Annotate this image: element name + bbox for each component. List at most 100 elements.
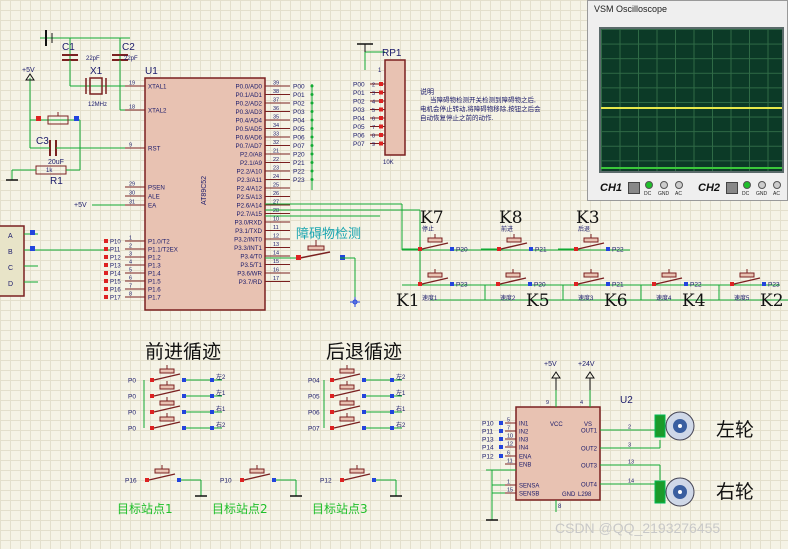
switch-cap bbox=[339, 400, 355, 406]
ch1-dc-text: DC bbox=[644, 191, 652, 197]
l298-out-name: OUT4 bbox=[581, 483, 598, 489]
net-connector bbox=[210, 426, 214, 430]
switch-terminal bbox=[684, 282, 688, 286]
l298-5v-label: +5V bbox=[544, 361, 557, 368]
switch-cap bbox=[661, 272, 677, 278]
l298-pin-name: IN2 bbox=[519, 430, 529, 436]
key-switch-k4[interactable] bbox=[652, 269, 688, 286]
reset-circuit[interactable] bbox=[6, 112, 145, 181]
forward-sensor-switch[interactable] bbox=[150, 381, 186, 398]
watermark: CSDN @QQ_2193276455 bbox=[555, 520, 721, 536]
mcu-right-pin-name: P2.2/A10 bbox=[237, 169, 263, 176]
target-switch-3[interactable] bbox=[340, 465, 376, 482]
backward-side-label: 左2 bbox=[396, 373, 406, 381]
switch-terminal bbox=[372, 478, 376, 482]
ch1-gnd-text: GND bbox=[658, 191, 670, 197]
mcu-net-label: P04 bbox=[293, 118, 305, 125]
l298-pin-name: IN4 bbox=[519, 446, 529, 452]
key-switches[interactable]: P20停止K7P21前进K8P22后退K3P23速度1K1P20速度2 K5P21… bbox=[396, 208, 784, 311]
key-switch-k7[interactable] bbox=[418, 234, 454, 251]
rp1-pin-number: 2 bbox=[372, 83, 375, 89]
mcu-left-pin-number: 18 bbox=[129, 105, 135, 111]
mcu-right-pin-number: 14 bbox=[273, 251, 279, 257]
key-switch-k6[interactable] bbox=[574, 269, 610, 286]
switch-cap bbox=[583, 272, 599, 278]
forward-sensor-switch[interactable] bbox=[150, 365, 186, 382]
mcu-net-label: P03 bbox=[293, 109, 305, 116]
switch-contact bbox=[500, 242, 528, 250]
backward-sensor-switch[interactable] bbox=[330, 365, 366, 382]
power-terminal[interactable] bbox=[25, 73, 35, 120]
l298-part: L298 bbox=[578, 492, 592, 498]
key-label: K8 bbox=[499, 208, 523, 228]
backward-sensor-switch[interactable] bbox=[330, 413, 366, 430]
switch-contact bbox=[148, 473, 176, 481]
switch-terminal bbox=[330, 410, 334, 414]
rp1-net-label: P03 bbox=[353, 107, 365, 114]
backward-sensor-switch[interactable] bbox=[330, 397, 366, 414]
ch1-button[interactable] bbox=[628, 182, 640, 194]
mcu-left-pin-number: 2 bbox=[129, 244, 132, 250]
mcu-part: AT89C52 bbox=[201, 176, 208, 205]
ch2-button[interactable] bbox=[726, 182, 738, 194]
mcu-left-pin-number: 29 bbox=[129, 182, 135, 188]
target-station-switches[interactable]: P16 目标站点1 P10 目标站点2 P12 目标站点3 bbox=[117, 465, 402, 516]
mcu-right-pin-number: 23 bbox=[273, 166, 279, 172]
net-connector bbox=[104, 263, 108, 267]
ch2-gnd-led[interactable] bbox=[758, 181, 766, 189]
right-motor[interactable] bbox=[654, 477, 695, 507]
key-switch-k2[interactable] bbox=[730, 269, 766, 286]
key-net-label: P21 bbox=[612, 282, 624, 289]
switch-cap bbox=[427, 237, 443, 243]
switch-cap bbox=[159, 384, 175, 390]
switch-contact bbox=[421, 242, 449, 250]
x1-label: X1 bbox=[90, 66, 103, 77]
p1-net-label: P11 bbox=[110, 248, 121, 254]
oscilloscope-window[interactable]: VSM Oscilloscope CH1 DC GND AC CH2 DC GN… bbox=[587, 0, 788, 201]
ch1-ac-led[interactable] bbox=[675, 181, 683, 189]
key-switch-k3[interactable] bbox=[574, 234, 610, 251]
left-motor[interactable] bbox=[654, 411, 695, 441]
key-switch-k1[interactable] bbox=[418, 269, 454, 286]
mcu-left-pin-name: XTAL1 bbox=[148, 84, 167, 91]
mcu-left-pin-number: 19 bbox=[129, 81, 135, 87]
rp1-pin-number: 7 bbox=[372, 125, 375, 131]
mcu-net-label: P07 bbox=[293, 143, 305, 150]
rp1-pin-number: 4 bbox=[372, 100, 375, 106]
mcu-left-pin-name: P1.7 bbox=[148, 295, 161, 302]
l298-net-label: P14 bbox=[482, 445, 494, 452]
l298-pin-name: SENSB bbox=[519, 492, 539, 498]
ch2-dc-led[interactable] bbox=[743, 181, 751, 189]
forward-sensor-switch[interactable] bbox=[150, 397, 186, 414]
mcu-net-label: P20 bbox=[293, 152, 305, 159]
l298-out-number: 2 bbox=[628, 425, 631, 431]
net-connector bbox=[379, 133, 383, 137]
net-connector bbox=[104, 239, 108, 243]
mcu-right-pin-number: 36 bbox=[273, 106, 279, 112]
backward-side-label: 右1 bbox=[396, 405, 406, 413]
ch1-gnd-led[interactable] bbox=[660, 181, 668, 189]
key-switch-k8[interactable] bbox=[497, 234, 533, 251]
target-switch-1[interactable] bbox=[145, 465, 181, 482]
rp1-label: RP1 bbox=[382, 48, 402, 59]
backward-net-label: P06 bbox=[308, 410, 320, 417]
right-wheel-label: 右轮 bbox=[716, 481, 754, 503]
r1-value: 1k bbox=[46, 168, 53, 174]
switch-terminal bbox=[497, 247, 501, 251]
p1-net-label: P12 bbox=[110, 256, 121, 262]
ch2-ac-led[interactable] bbox=[773, 181, 781, 189]
key-switch-k5[interactable] bbox=[496, 269, 532, 286]
switch-terminal bbox=[528, 282, 532, 286]
backward-sensor-switch[interactable] bbox=[330, 381, 366, 398]
mcu-left-pin-number: 6 bbox=[129, 276, 132, 282]
ch1-dc-led[interactable] bbox=[645, 181, 653, 189]
svg-text:D: D bbox=[8, 281, 13, 288]
net-connector bbox=[390, 426, 394, 430]
tracking-sensors[interactable]: P0 左2 P0 左1 P0 右1 P0 右2 P04 左2 P05 左1 P06 右1 P07 右2 bbox=[128, 365, 406, 433]
edge-display-component[interactable]: A B C D bbox=[0, 225, 110, 297]
switch-terminal bbox=[529, 247, 533, 251]
forward-sensor-switch[interactable] bbox=[150, 413, 186, 430]
mcu-net-label: P06 bbox=[293, 135, 305, 142]
key-sub-label: 速度2 bbox=[500, 294, 516, 302]
target-switch-2[interactable] bbox=[240, 465, 276, 482]
